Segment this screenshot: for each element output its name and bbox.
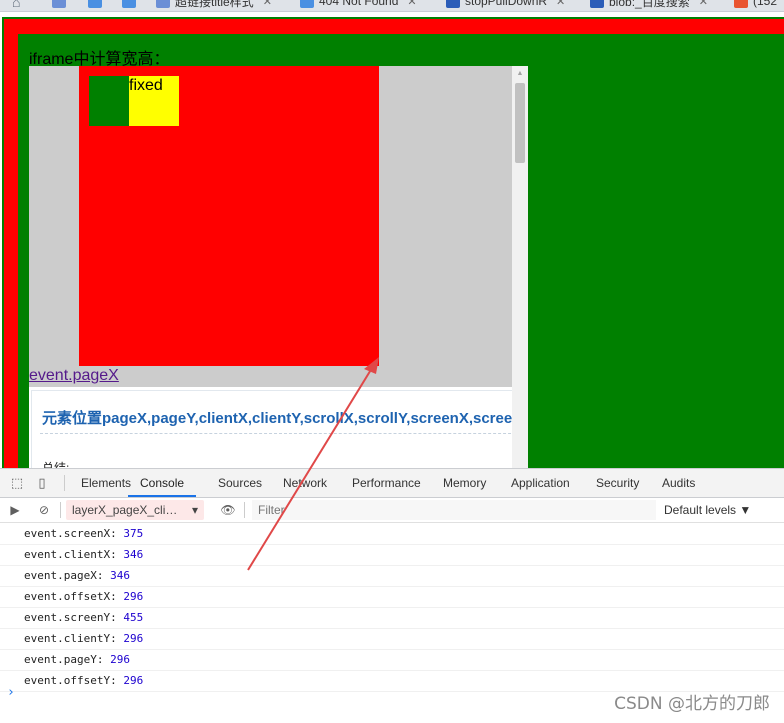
tab-label: stopPullDownR bbox=[465, 0, 548, 8]
log-key: event.offsetY: bbox=[24, 674, 117, 687]
tab-audits[interactable]: Audits bbox=[662, 469, 695, 497]
article-panel: 元素位置pageX,pageY,clientX,clientY,scrollX,… bbox=[29, 387, 521, 468]
context-value: layerX_pageX_clientX bbox=[72, 503, 184, 517]
tab-label: 超链接title样式 bbox=[175, 0, 254, 9]
log-key: event.pageY: bbox=[24, 653, 104, 666]
devtools-tabbar: ⬚ ▯ Elements Console Sources Network Per… bbox=[0, 469, 784, 498]
browser-tab-blog-pinned[interactable] bbox=[122, 0, 142, 10]
doc-icon bbox=[52, 0, 66, 8]
article-card: 元素位置pageX,pageY,clientX,clientY,scrollX,… bbox=[31, 390, 521, 468]
live-expression-eye-icon[interactable]: 👁 bbox=[220, 502, 236, 518]
tab-network[interactable]: Network bbox=[283, 469, 327, 497]
context-selector[interactable]: layerX_pageX_clientX ▾ bbox=[66, 500, 204, 520]
home-icon[interactable]: ⌂ bbox=[12, 0, 30, 10]
console-output: event.screenX: 375 event.clientX: 346 ev… bbox=[0, 524, 784, 692]
close-icon[interactable]: ✕ bbox=[263, 0, 272, 8]
log-value: 296 bbox=[123, 590, 144, 603]
divider bbox=[40, 433, 521, 434]
tab-label: (152 bbox=[753, 0, 778, 8]
log-key: event.pageX: bbox=[24, 569, 104, 582]
tab-security[interactable]: Security bbox=[596, 469, 639, 497]
green-square bbox=[89, 76, 129, 126]
doc-icon bbox=[156, 0, 170, 8]
tab-application[interactable]: Application bbox=[511, 469, 570, 497]
log-value: 375 bbox=[123, 527, 144, 540]
csdn-icon bbox=[300, 0, 314, 8]
filter-input[interactable] bbox=[252, 500, 656, 520]
browser-tab-2[interactable]: stopPullDownR ✕ bbox=[446, 0, 578, 10]
log-key: event.screenY: bbox=[24, 611, 117, 624]
log-value: 296 bbox=[123, 632, 144, 645]
browser-tab-4[interactable]: (152 bbox=[734, 0, 784, 10]
tab-label: 404 Not Found bbox=[319, 0, 399, 8]
console-log-row: event.clientX: 346 bbox=[0, 545, 784, 566]
log-key: event.clientY: bbox=[24, 632, 117, 645]
tab-label: blob:_百度搜索 bbox=[609, 0, 690, 9]
scroll-up-icon[interactable]: ▲ bbox=[512, 68, 528, 80]
dropdown-arrow-icon: ▾ bbox=[191, 503, 198, 517]
tab-memory[interactable]: Memory bbox=[443, 469, 486, 497]
log-value: 296 bbox=[123, 674, 144, 687]
console-log-row: event.pageY: 296 bbox=[0, 650, 784, 671]
console-toolbar: ▶ ⊘ layerX_pageX_clientX ▾ 👁 Default lev… bbox=[0, 498, 784, 523]
log-value: 296 bbox=[110, 653, 130, 666]
browser-tab-blank[interactable] bbox=[52, 0, 72, 10]
baidu-paw-icon bbox=[590, 0, 604, 8]
close-icon[interactable]: ✕ bbox=[556, 0, 565, 8]
log-value: 346 bbox=[110, 569, 130, 582]
csdn-icon bbox=[122, 0, 136, 8]
tab-console[interactable]: Console bbox=[128, 469, 197, 497]
sidebar-toggle-icon[interactable]: ▶ bbox=[7, 502, 23, 518]
scroll-thumb[interactable] bbox=[515, 83, 525, 163]
tab-elements[interactable]: Elements bbox=[81, 469, 131, 497]
device-toolbar-icon[interactable]: ▯ bbox=[33, 474, 51, 492]
csdn-c-icon bbox=[734, 0, 748, 8]
fixed-label: fixed bbox=[129, 77, 163, 94]
iframe-viewport[interactable]: fixed event.pageX 元素位置pageX,pageY,client… bbox=[29, 66, 528, 468]
divider bbox=[60, 502, 61, 518]
log-key: event.screenX: bbox=[24, 527, 117, 540]
log-levels-dropdown[interactable]: Default levels ▼ bbox=[664, 500, 751, 520]
log-value: 346 bbox=[123, 548, 144, 561]
browser-tab-strip: ⌂ 超链接title样式 ✕ 404 Not Found ✕ stopPullD… bbox=[0, 0, 784, 12]
console-log-row: event.screenY: 455 bbox=[0, 608, 784, 629]
close-icon[interactable]: ✕ bbox=[699, 0, 708, 8]
divider bbox=[64, 475, 65, 491]
console-log-row: event.screenX: 375 bbox=[0, 524, 784, 545]
log-value: 455 bbox=[123, 611, 144, 624]
article-title[interactable]: 元素位置pageX,pageY,clientX,clientY,scrollX,… bbox=[42, 407, 512, 428]
log-key: event.clientX: bbox=[24, 548, 117, 561]
baidu-paw-icon bbox=[446, 0, 460, 8]
console-prompt-icon[interactable]: › bbox=[7, 685, 15, 700]
browser-tab-1[interactable]: 404 Not Found ✕ bbox=[300, 0, 432, 10]
inspect-element-icon[interactable]: ⬚ bbox=[8, 474, 26, 492]
tab-performance[interactable]: Performance bbox=[352, 469, 421, 497]
browser-tab-0[interactable]: 超链接title样式 ✕ bbox=[156, 0, 286, 10]
log-key: event.offsetX: bbox=[24, 590, 117, 603]
console-log-row: event.clientY: 296 bbox=[0, 629, 784, 650]
console-log-row: event.pageX: 346 bbox=[0, 566, 784, 587]
csdn-icon bbox=[88, 0, 102, 8]
devtools-panel: ⬚ ▯ Elements Console Sources Network Per… bbox=[0, 468, 784, 723]
iframe-scrollbar[interactable]: ▲ bbox=[512, 66, 528, 468]
event-pagex-link[interactable]: event.pageX bbox=[29, 367, 119, 385]
article-summary: 总结: bbox=[42, 461, 70, 468]
browser-tab-csdn-pinned[interactable] bbox=[88, 0, 108, 10]
tab-sources[interactable]: Sources bbox=[218, 469, 262, 497]
browser-tab-3[interactable]: blob:_百度搜索 ✕ bbox=[590, 0, 722, 10]
clear-console-icon[interactable]: ⊘ bbox=[36, 502, 52, 518]
page-viewport: iframe中计算宽高： fixed event.pageX 元素位置pageX… bbox=[0, 12, 784, 468]
close-icon[interactable]: ✕ bbox=[407, 0, 416, 8]
watermark: CSDN @北方的刀郎 bbox=[614, 694, 770, 714]
console-log-row: event.offsetX: 296 bbox=[0, 587, 784, 608]
divider bbox=[244, 502, 245, 518]
